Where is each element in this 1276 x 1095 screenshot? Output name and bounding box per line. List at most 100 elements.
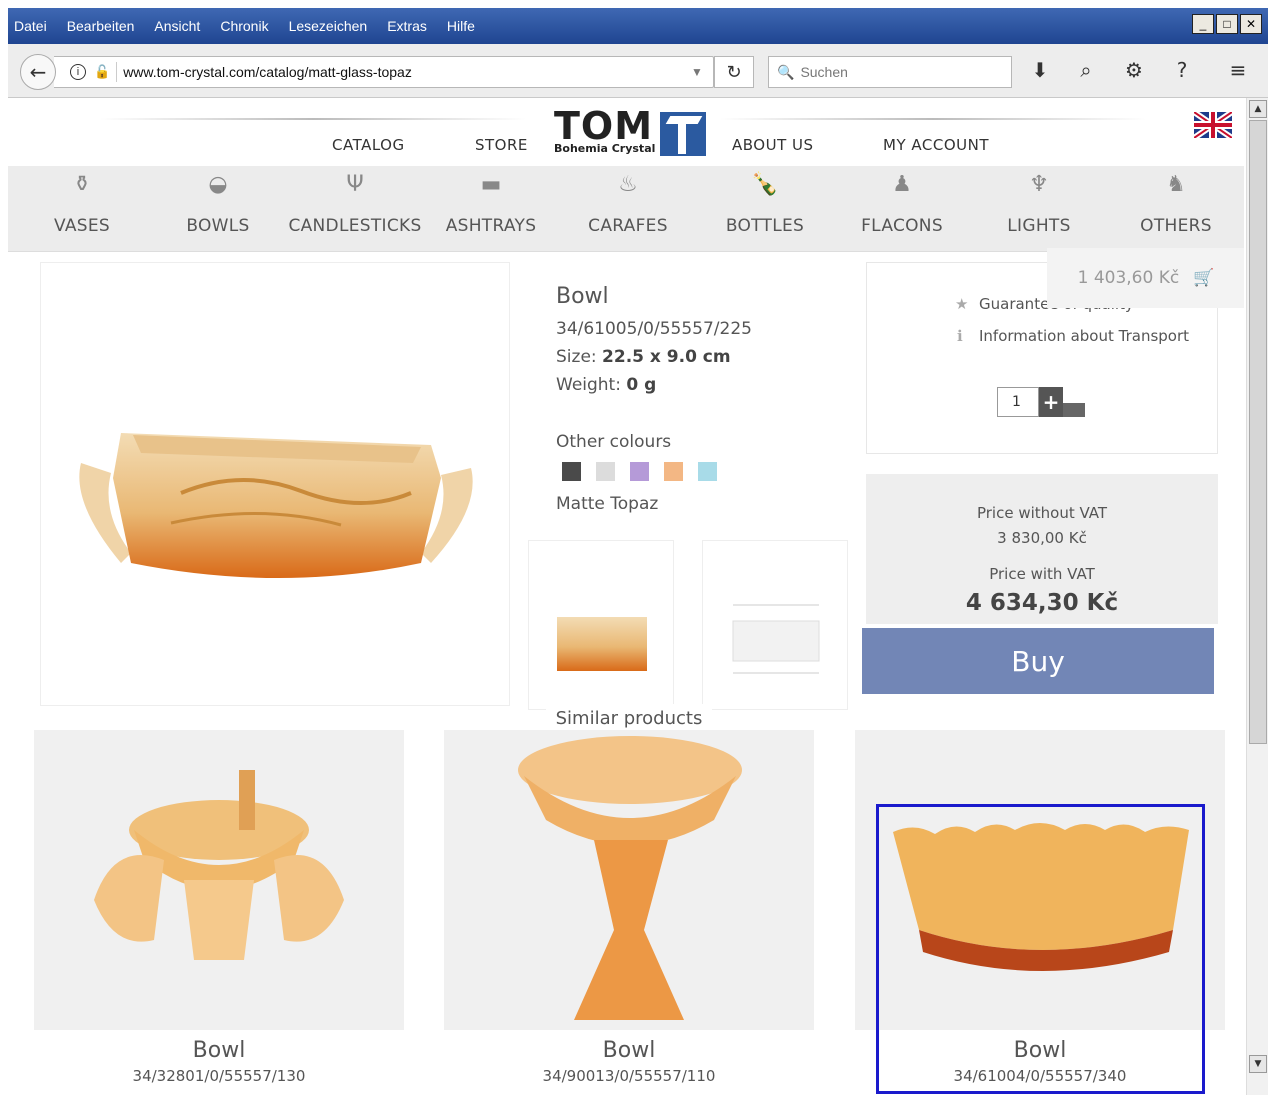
similar-product-code: 34/32801/0/55557/130	[132, 1067, 306, 1085]
focus-outline	[876, 804, 1205, 1094]
product-title: Bowl	[556, 284, 609, 309]
transport-link[interactable]: Information about Transport	[979, 327, 1189, 345]
main-product-image[interactable]	[40, 262, 510, 706]
logo-mark	[660, 112, 706, 156]
thumbnail-photo[interactable]	[528, 540, 674, 710]
category-label: LIGHTS	[1007, 216, 1071, 236]
star-icon: ★	[955, 295, 969, 313]
window-controls: _ □ ✕	[1192, 14, 1262, 34]
uk-flag-icon[interactable]	[1194, 112, 1232, 138]
category-vases[interactable]: ⚱ VASES	[14, 166, 150, 252]
product-info: Bowl 34/61005/0/55557/225 Size: 22.5 x 9…	[556, 284, 752, 403]
price-with-vat: 4 634,30 Kč	[965, 590, 1119, 616]
close-button[interactable]: ✕	[1240, 14, 1262, 34]
scroll-up-button[interactable]: ▲	[1249, 100, 1267, 118]
minimize-button[interactable]: _	[1192, 14, 1214, 34]
similar-product-card[interactable]: Bowl 34/90013/0/55557/110	[444, 730, 814, 1095]
category-label: OTHERS	[1140, 216, 1212, 236]
vase-icon: ⚱	[72, 172, 92, 197]
arrow-left-icon: ←	[29, 60, 47, 84]
menu-chronik[interactable]: Chronik	[220, 18, 268, 34]
category-bottles[interactable]: 🍾 BOTTLES	[697, 166, 833, 252]
menu-extras[interactable]: Extras	[387, 18, 427, 34]
weight-value: 0 g	[626, 375, 657, 395]
category-bar: ⚱ VASES ◒ BOWLS Ψ CANDLESTICKS ▬ ASHTRAY…	[8, 166, 1244, 252]
similar-product-name: Bowl	[192, 1038, 246, 1063]
thumbnail-bowl-image	[557, 617, 647, 671]
scroll-down-button[interactable]: ▼	[1249, 1055, 1267, 1073]
product-weight: Weight: 0 g	[556, 375, 752, 395]
hamburger-menu-icon[interactable]: ≡	[1224, 58, 1252, 82]
similar-product-image	[444, 730, 814, 1030]
nav-store[interactable]: STORE	[475, 136, 528, 154]
category-others[interactable]: ♞ OTHERS	[1108, 166, 1244, 252]
similar-product-image	[34, 730, 404, 1030]
gear-icon[interactable]: ⚙	[1120, 58, 1148, 82]
size-label: Size:	[556, 347, 597, 367]
swatch-peach[interactable]	[664, 462, 683, 481]
bowl-image	[79, 433, 473, 578]
flacon-icon: ♟	[892, 172, 912, 197]
swatch-lilac[interactable]	[630, 462, 649, 481]
thumbnail-drawing[interactable]	[702, 540, 848, 710]
reload-button[interactable]: ↻	[714, 56, 754, 88]
magnifier-icon[interactable]: ⌕	[1072, 58, 1100, 82]
nav-account[interactable]: MY ACCOUNT	[883, 136, 989, 154]
ashtray-icon: ▬	[480, 172, 502, 197]
carafe-icon: ♨	[618, 172, 638, 197]
page-viewport: CATALOG STORE ABOUT US MY ACCOUNT TOM Bo…	[8, 98, 1244, 1095]
other-colours-label: Other colours	[556, 432, 672, 452]
chandelier-icon: ♆	[1029, 172, 1049, 197]
menu-bearbeiten[interactable]: Bearbeiten	[67, 18, 135, 34]
info-icon[interactable]: i	[70, 64, 86, 80]
category-ashtrays[interactable]: ▬ ASHTRAYS	[423, 166, 559, 252]
site-logo[interactable]: TOM Bohemia Crystal	[554, 104, 708, 158]
cart-total: 1 403,60 Kč	[1077, 268, 1180, 288]
quantity-input[interactable]: 1	[997, 387, 1039, 417]
swatch-dark-grey[interactable]	[562, 462, 581, 481]
nav-line-left	[100, 118, 526, 120]
product-code: 34/61005/0/55557/225	[556, 319, 752, 339]
horse-icon: ♞	[1166, 172, 1186, 197]
nav-catalog[interactable]: CATALOG	[332, 136, 405, 154]
category-lights[interactable]: ♆ LIGHTS	[971, 166, 1107, 252]
search-input[interactable]: 🔍 Suchen	[768, 56, 1012, 88]
chevron-down-icon[interactable]: ▼	[691, 65, 713, 79]
colour-name: Matte Topaz	[556, 494, 659, 514]
browser-toolbar: i 🔓 www.tom-crystal.com/catalog/matt-gla…	[8, 44, 1268, 98]
scroll-thumb[interactable]	[1249, 120, 1267, 744]
menu-datei[interactable]: Datei	[14, 18, 47, 34]
category-candlesticks[interactable]: Ψ CANDLESTICKS	[287, 166, 423, 252]
download-icon[interactable]: ⬇	[1026, 58, 1054, 82]
nav-about[interactable]: ABOUT US	[732, 136, 814, 154]
url-text[interactable]: www.tom-crystal.com/catalog/matt-glass-t…	[123, 64, 691, 80]
menu-hilfe[interactable]: Hilfe	[447, 18, 475, 34]
swatch-aqua[interactable]	[698, 462, 717, 481]
category-label: CANDLESTICKS	[288, 216, 422, 236]
info-icon: ℹ	[957, 327, 963, 345]
menu-ansicht[interactable]: Ansicht	[154, 18, 200, 34]
insecure-lock-icon[interactable]: 🔓	[94, 64, 110, 80]
swatch-light-grey[interactable]	[596, 462, 615, 481]
category-carafes[interactable]: ♨ CARAFES	[560, 166, 696, 252]
product-size: Size: 22.5 x 9.0 cm	[556, 347, 752, 367]
bowl-icon: ◒	[208, 172, 228, 197]
cart-summary[interactable]: 1 403,60 Kč 🛒	[1047, 248, 1244, 308]
maximize-button[interactable]: □	[1216, 14, 1238, 34]
thumbnail-dimension-drawing	[732, 604, 820, 674]
category-flacons[interactable]: ♟ FLACONS	[834, 166, 970, 252]
plus-icon[interactable]: +	[1039, 387, 1063, 417]
category-bowls[interactable]: ◒ BOWLS	[150, 166, 286, 252]
page-scrollbar[interactable]: ▲ ▼	[1246, 98, 1268, 1095]
minus-button[interactable]	[1063, 403, 1085, 417]
help-icon[interactable]: ?	[1168, 58, 1196, 82]
weight-label: Weight:	[556, 375, 621, 395]
buy-button[interactable]: Buy	[862, 628, 1214, 694]
similar-product-code: 34/90013/0/55557/110	[542, 1067, 716, 1085]
site-header: CATALOG STORE ABOUT US MY ACCOUNT TOM Bo…	[8, 98, 1244, 166]
menu-bar: Datei Bearbeiten Ansicht Chronik Lesezei…	[8, 8, 1268, 44]
similar-product-card[interactable]: Bowl 34/32801/0/55557/130	[34, 730, 404, 1095]
address-bar[interactable]: i 🔓 www.tom-crystal.com/catalog/matt-gla…	[54, 56, 714, 88]
back-button[interactable]: ←	[20, 54, 56, 90]
menu-lesezeichen[interactable]: Lesezeichen	[289, 18, 368, 34]
